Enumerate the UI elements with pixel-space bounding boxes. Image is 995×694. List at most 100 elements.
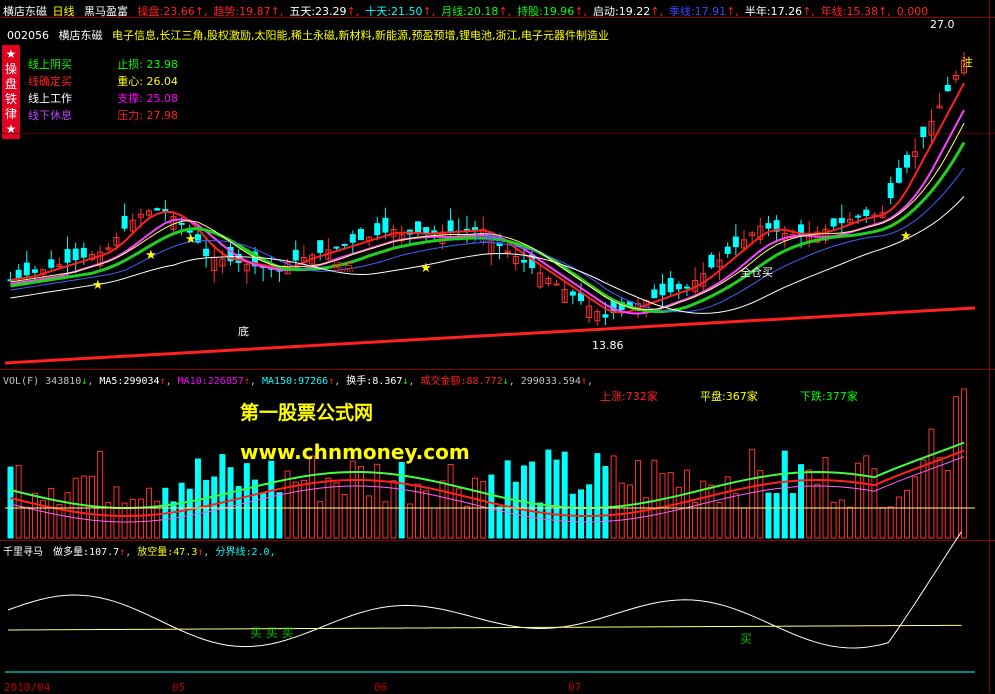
candle-body: [72, 248, 79, 261]
volume-bar: [683, 469, 690, 539]
volume-bar: [545, 449, 552, 539]
volume-bar: [651, 459, 658, 539]
volume-bar: [838, 499, 845, 539]
star-marker: ★: [145, 248, 157, 263]
buy-signal-group: 买 买 买: [250, 626, 294, 640]
candle-body: [31, 269, 38, 273]
candle-body: [341, 243, 348, 246]
candle-body: [553, 283, 560, 286]
volume-bar: [113, 486, 120, 539]
volume-info-bar: VOL(F) 343810↓, MA5:299034↑, MA10:226057…: [3, 376, 594, 387]
amount-arrow: ↓: [502, 376, 509, 387]
short-value: 47.3: [173, 547, 198, 558]
candle-body: [382, 217, 389, 233]
ma5-label: MA5:: [99, 376, 124, 387]
long-label: 做多量:: [53, 547, 90, 558]
candle-body: [178, 222, 185, 225]
candle-body: [838, 217, 845, 224]
candle-body: [944, 84, 951, 92]
volume-bar: [31, 492, 38, 539]
volume-bar: [227, 467, 234, 539]
vol-arrow: ↓: [81, 376, 88, 387]
candle-body: [447, 220, 454, 233]
volume-bar: [863, 455, 870, 539]
divider-value: 2.0,: [251, 547, 276, 558]
volume-bar: [431, 507, 438, 539]
volume-bar: [822, 457, 829, 539]
ma5-value: 299034: [123, 376, 160, 387]
ma-line-magenta: [10, 109, 965, 315]
volume-bar: [80, 475, 87, 539]
date-axis: 2010/04 05 06 07: [0, 681, 995, 694]
volume-bar: [129, 498, 136, 539]
candle-body: [675, 283, 682, 290]
volume-bar: [317, 501, 324, 539]
candle-body: [569, 291, 576, 296]
candle-body: [920, 126, 927, 138]
volume-bar: [741, 507, 747, 539]
year-line: [4, 306, 976, 365]
volume-bar: [586, 484, 593, 539]
volume-bar: [284, 470, 291, 539]
volume-bar: [219, 454, 226, 539]
volume-bar: [137, 498, 144, 539]
volume-bar: [423, 490, 430, 539]
volume-bar: [480, 480, 487, 539]
candle-body: [904, 155, 910, 168]
volume-bar: [928, 428, 935, 539]
volume-bar: [23, 506, 30, 539]
volume-bar: [97, 450, 104, 539]
short-label: 放空量:: [137, 547, 174, 558]
candle-body: [333, 246, 340, 249]
zhu-annotation: 注: [962, 56, 973, 69]
star-marker: ★: [92, 278, 104, 293]
turning-point-annotation: 拐点: [332, 261, 354, 274]
volume-bar: [15, 465, 22, 539]
candle-body: [724, 246, 731, 254]
volume-bar: [488, 474, 495, 539]
vol-name: VOL(F): [3, 376, 40, 387]
vol-ma5-line: [10, 441, 965, 509]
candle-body: [121, 215, 128, 229]
volume-bar: [610, 455, 617, 539]
volume-bar: [374, 463, 381, 539]
volume-bar: [749, 448, 756, 539]
candle-body: [357, 229, 364, 241]
ma150-arrow: ↑: [328, 376, 335, 387]
market-up-count: 上涨:732家: [600, 390, 658, 403]
volume-bar: [952, 396, 959, 539]
star-marker: ★: [420, 261, 432, 276]
volume-bar: [602, 466, 609, 539]
candle-body: [23, 262, 30, 276]
short-arrow: ↑: [197, 547, 204, 558]
candle-body: [423, 227, 430, 234]
date-tick: 2010/04: [4, 681, 51, 694]
ma150-value: 97266: [298, 376, 329, 387]
candle-body: [708, 254, 715, 268]
volume-bar: [463, 505, 470, 539]
candle-body: [659, 283, 666, 296]
volume-bar: [276, 492, 283, 539]
kline-chart[interactable]: ★ ★ ★ ★ ★: [0, 0, 995, 693]
volume-bar: [961, 388, 968, 539]
volume-bar: [887, 506, 894, 539]
volume-bar: [146, 487, 153, 539]
star-marker: ★: [900, 229, 912, 244]
entry-annotation: 入通仓: [472, 232, 505, 245]
volume-bar: [895, 496, 902, 539]
tail-value: 299033.594: [520, 376, 581, 387]
candle-body: [732, 236, 739, 248]
turnover-value: 8.367: [372, 376, 403, 387]
ma150-label: MA150:: [261, 376, 299, 387]
volume-bar: [643, 497, 650, 539]
date-tick: 07: [568, 681, 582, 694]
volume-bar: [512, 481, 519, 539]
candle-body: [887, 183, 894, 199]
star-marker: ★: [185, 232, 197, 247]
volume-bar: [936, 457, 943, 539]
candle-body: [765, 223, 772, 229]
amount-value: 88.772: [466, 376, 503, 387]
volume-bar: [64, 492, 71, 539]
price-max-label: 27.0: [930, 18, 955, 31]
volume-bar: [7, 466, 14, 539]
